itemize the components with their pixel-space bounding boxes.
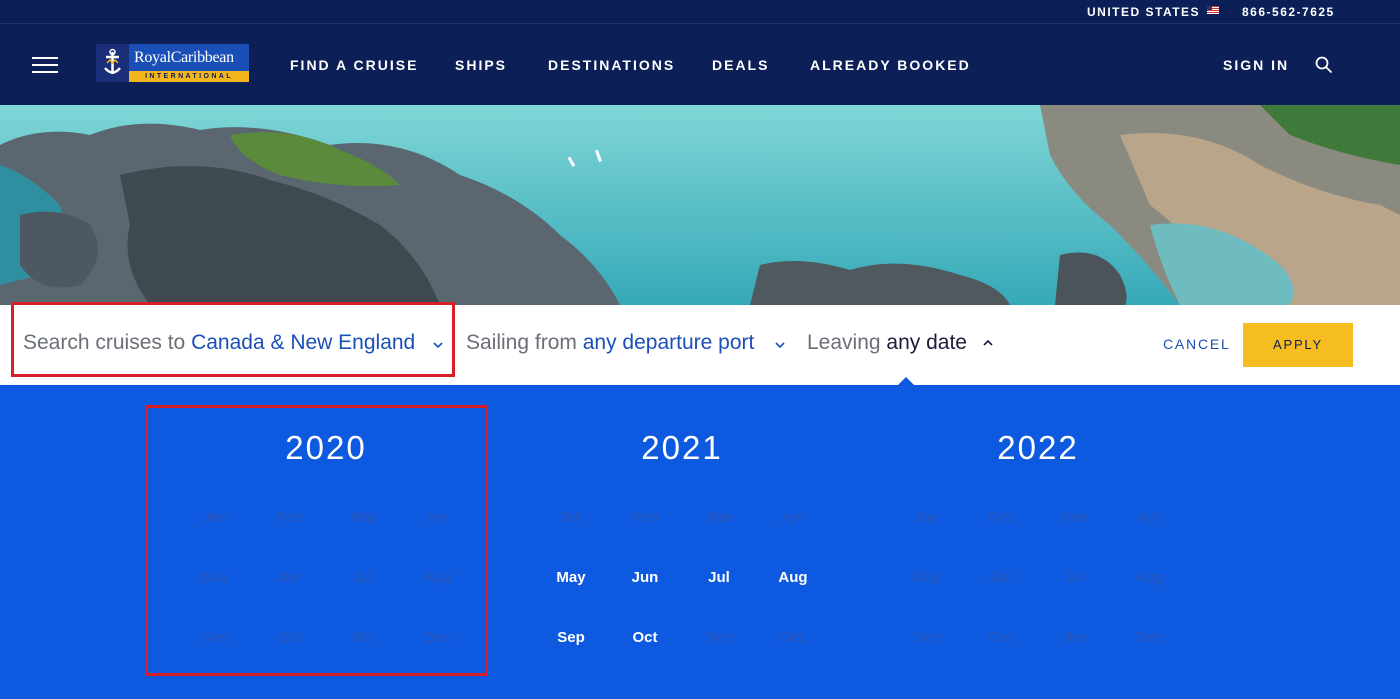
nav-ships[interactable]: SHIPS [455,57,507,73]
sign-in-link[interactable]: SIGN IN [1223,57,1289,73]
month-jun-2020: Jun [276,569,302,586]
destination-dropdown[interactable]: Search cruises to Canada & New England [23,331,443,355]
chevron-down-icon [433,342,443,349]
nav-find-a-cruise[interactable]: FIND A CRUISE [290,57,418,73]
leaving-date-dropdown[interactable]: Leaving any date [807,331,993,355]
month-nov-2022: Nov [1061,629,1089,646]
phone-number[interactable]: 866-562-7625 [1242,5,1335,19]
month-mar-2021: Mar [706,509,732,526]
month-oct-2021[interactable]: Oct [620,629,670,646]
port-value: any departure port [582,331,755,354]
chevron-down-icon [775,342,785,349]
month-oct-2020: Oct [277,629,301,646]
hamburger-menu-icon[interactable] [32,55,58,75]
date-picker-panel: 2020 Jan Feb Mar Apr May Jun Jul Aug Sep Oct Nov Dec… [0,385,1400,699]
month-feb-2020: Feb [276,509,302,526]
month-jul-2021[interactable]: Jul [694,569,744,586]
month-sep-2020: Sep [201,629,229,646]
utility-bar: UNITED STATES 866-562-7625 [0,0,1400,24]
main-nav: RoyalCaribbean INTERNATIONAL FIND A CRUI… [0,25,1400,105]
country-selector[interactable]: UNITED STATES [1087,5,1200,19]
hero-image [0,105,1400,305]
destination-value: Canada & New England [191,331,416,354]
royal-caribbean-logo[interactable]: RoyalCaribbean INTERNATIONAL [96,44,249,82]
hero-coastline-illustration [0,105,1400,305]
year-heading-2021: 2021 [641,429,723,466]
month-apr-2020: Apr [425,509,449,526]
logo-tagline: INTERNATIONAL [129,71,249,82]
cancel-button[interactable]: CANCEL [1163,336,1231,352]
month-jan-2021: Jan [558,509,584,526]
cruise-search-bar: Search cruises to Canada & New England S… [0,305,1400,385]
month-nov-2021: Nov [705,629,733,646]
month-oct-2022: Oct [989,629,1013,646]
month-dec-2021: Dec [779,629,807,646]
nav-destinations[interactable]: DESTINATIONS [548,57,675,73]
month-sep-2021[interactable]: Sep [546,629,596,646]
month-may-2022: May [912,569,942,586]
month-mar-2020: Mar [350,509,376,526]
destination-prefix: Search cruises to [23,331,192,354]
month-may-2021[interactable]: May [546,569,596,586]
month-apr-2021: Apr [781,509,805,526]
month-jun-2021[interactable]: Jun [620,569,670,586]
month-feb-2021: Feb [632,509,658,526]
month-may-2020: May [200,569,230,586]
month-jun-2022: Jun [988,569,1014,586]
date-prefix: Leaving [807,331,887,354]
nav-already-booked[interactable]: ALREADY BOOKED [810,57,971,73]
nav-deals[interactable]: DEALS [712,57,769,73]
month-dec-2022: Dec [1135,629,1163,646]
dropdown-pointer [898,377,914,385]
date-value: any date [886,331,967,354]
month-sep-2022: Sep [913,629,941,646]
apply-button[interactable]: APPLY [1243,323,1353,367]
crown-anchor-icon [96,44,129,82]
month-mar-2022: Mar [1062,509,1088,526]
month-dec-2020: Dec [423,629,451,646]
year-heading-2020: 2020 [285,429,367,466]
month-jul-2022: Jul [1065,569,1085,586]
month-nov-2020: Nov [349,629,377,646]
departure-port-dropdown[interactable]: Sailing from any departure port [466,331,785,355]
chevron-up-icon [983,339,993,346]
month-aug-2021[interactable]: Aug [768,569,818,586]
month-apr-2022: Apr [1137,509,1161,526]
month-jan-2022: Jan [914,509,940,526]
us-flag-icon [1207,6,1219,14]
port-prefix: Sailing from [466,331,583,354]
month-jan-2020: Jan [202,509,228,526]
month-jul-2020: Jul [353,569,373,586]
month-aug-2020: Aug [423,569,451,586]
logo-wordmark: RoyalCaribbean [129,44,249,71]
search-icon[interactable] [1315,56,1333,74]
month-feb-2022: Feb [988,509,1014,526]
month-aug-2022: Aug [1135,569,1163,586]
year-heading-2022: 2022 [997,429,1079,466]
